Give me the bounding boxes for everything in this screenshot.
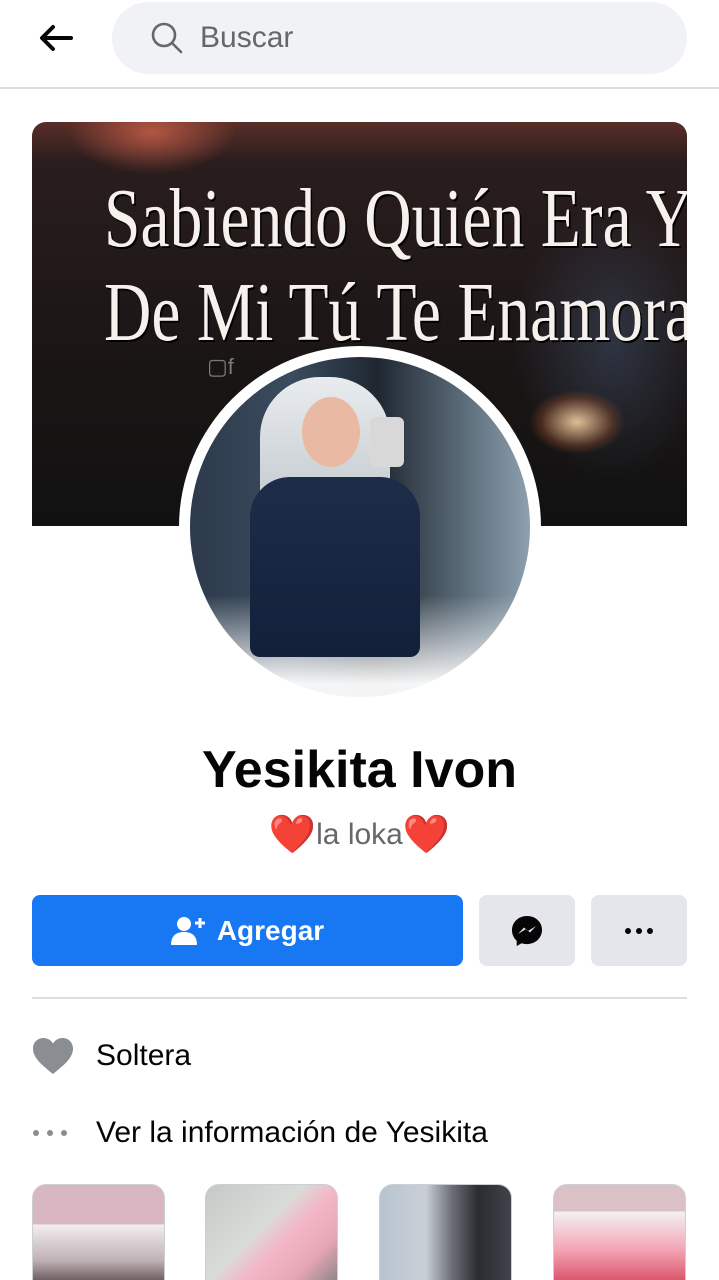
relationship-status: Soltera xyxy=(96,1039,192,1072)
photo-thumbnail-2[interactable] xyxy=(205,1184,338,1280)
add-friend-label: Agregar xyxy=(216,914,325,946)
search-bar[interactable] xyxy=(112,2,687,74)
profile-bio: ❤️ la loka ❤️ xyxy=(0,816,719,854)
add-friend-button[interactable]: Agregar xyxy=(32,895,463,966)
photo-thumbnail-1[interactable] xyxy=(32,1184,165,1280)
more-dots-icon xyxy=(625,927,653,934)
search-icon xyxy=(151,22,183,54)
back-button[interactable] xyxy=(28,16,84,60)
add-friend-icon xyxy=(170,916,205,945)
top-bar xyxy=(0,0,719,89)
more-options-button[interactable] xyxy=(591,895,687,966)
heart-emoji-left: ❤️ xyxy=(268,814,317,856)
cover-text-line-1: Sabiendo Quién Era Yo xyxy=(104,172,687,265)
see-info-link[interactable]: Ver la información de Yesikita xyxy=(96,1116,488,1150)
search-input[interactable] xyxy=(200,21,620,55)
profile-avatar[interactable] xyxy=(190,357,530,697)
heart-emoji-right: ❤️ xyxy=(402,814,451,856)
more-dots-icon xyxy=(33,1130,67,1136)
heart-icon xyxy=(33,1038,73,1074)
relationship-row: Soltera xyxy=(32,1031,687,1081)
profile-name: Yesikita Ivon xyxy=(201,741,518,799)
photo-thumbnail-4[interactable] xyxy=(553,1184,686,1280)
messenger-icon xyxy=(512,915,542,946)
bio-text: la loka xyxy=(316,818,403,851)
see-info-row[interactable]: Ver la información de Yesikita xyxy=(32,1108,687,1158)
divider xyxy=(32,997,687,999)
back-arrow-icon xyxy=(40,25,73,51)
facebook-watermark-icon: ▢f xyxy=(207,354,234,379)
messenger-button[interactable] xyxy=(479,895,575,966)
photo-thumbnail-3[interactable] xyxy=(379,1184,512,1280)
